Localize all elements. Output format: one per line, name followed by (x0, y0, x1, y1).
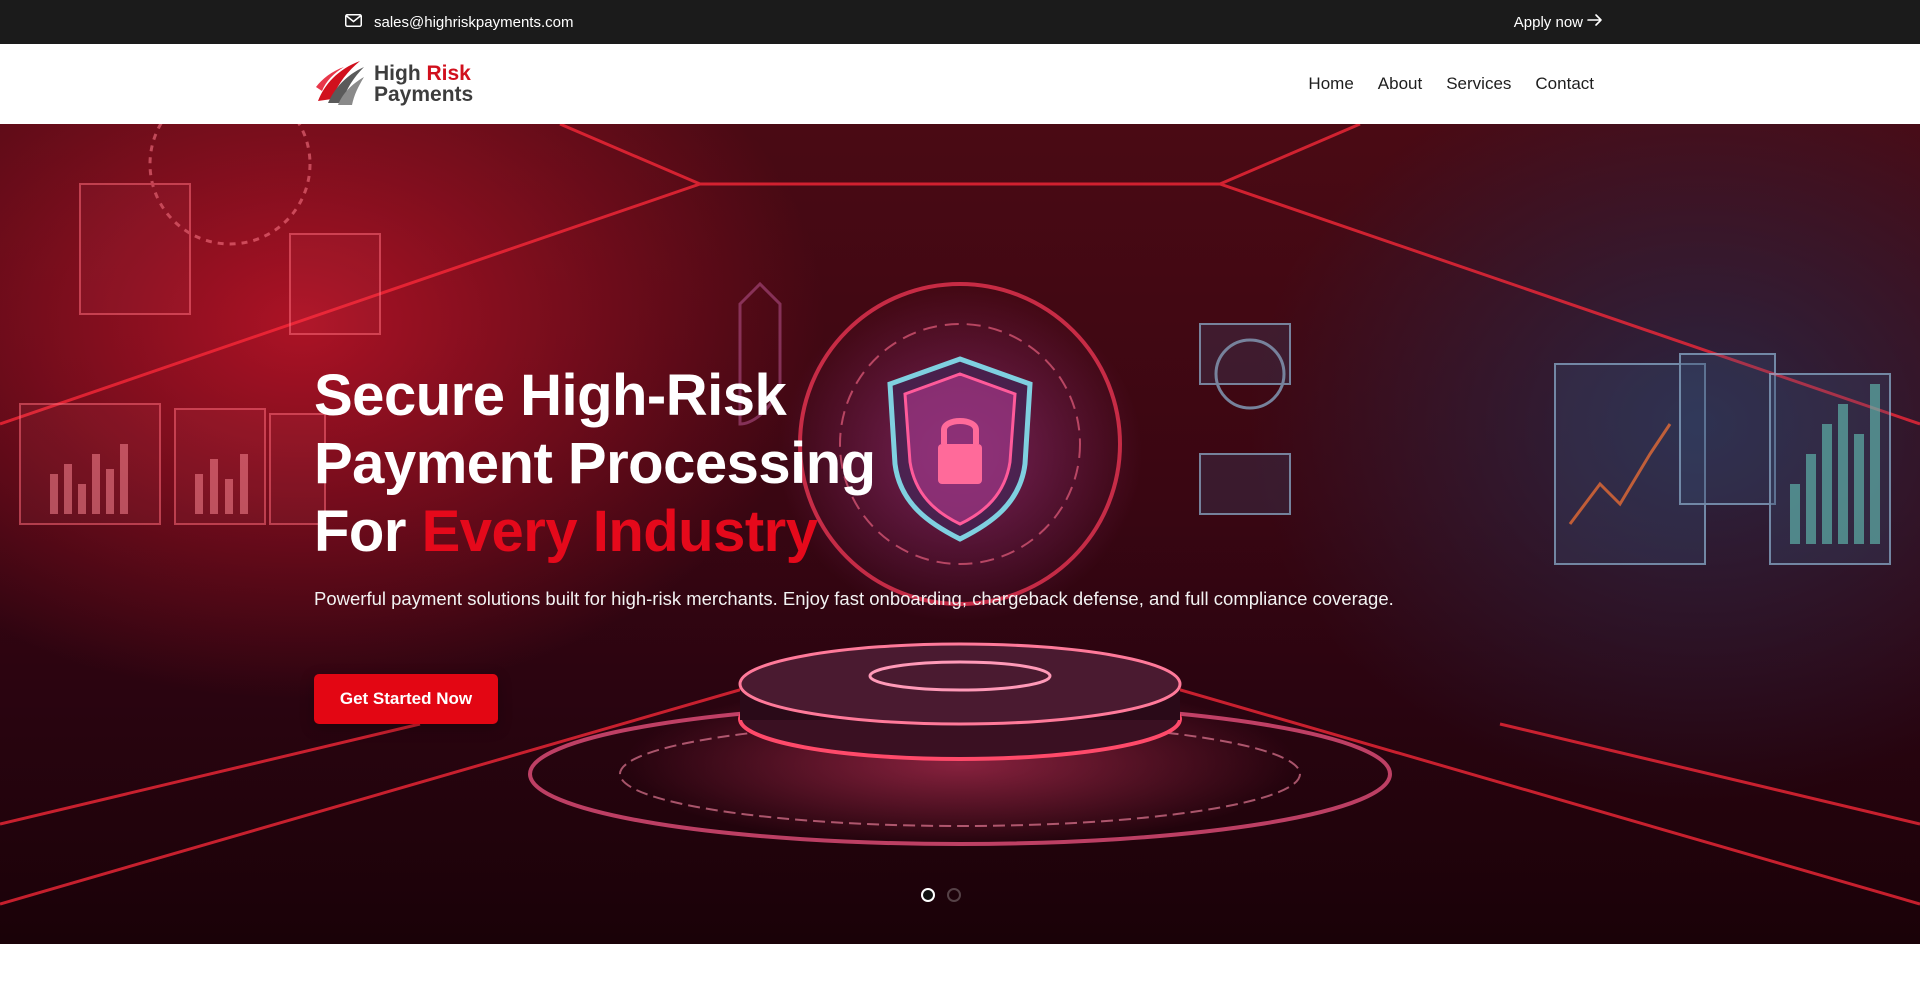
swoosh-logo-icon (314, 57, 366, 112)
get-started-button[interactable]: Get Started Now (314, 674, 498, 724)
email-link[interactable]: sales@highriskpayments.com (345, 0, 573, 44)
nav-contact[interactable]: Contact (1535, 74, 1594, 94)
hero-content: Secure High-Risk Payment Processing For … (314, 362, 1614, 724)
slider-dots (921, 888, 961, 902)
nav-about[interactable]: About (1378, 74, 1422, 94)
nav-home[interactable]: Home (1308, 74, 1353, 94)
mail-icon (345, 13, 362, 31)
nav-services[interactable]: Services (1446, 74, 1511, 94)
hero-title-line3-prefix: For (314, 499, 406, 564)
apply-now-link[interactable]: Apply now (1514, 0, 1603, 44)
logo-word-high: High (374, 62, 421, 85)
hero-title-line2: Payment Processing (314, 431, 876, 496)
hero-subtitle: Powerful payment solutions built for hig… (314, 588, 1394, 609)
hero-title: Secure High-Risk Payment Processing For … (314, 362, 1614, 566)
main-nav: Home About Services Contact (1308, 44, 1594, 124)
hero-title-line1: Secure High-Risk (314, 363, 787, 428)
slider-dot-1[interactable] (921, 888, 935, 902)
email-text: sales@highriskpayments.com (374, 13, 574, 31)
arrow-right-icon (1587, 13, 1603, 31)
logo-word-risk: Risk (426, 62, 471, 85)
site-logo[interactable]: High Risk Payments (314, 58, 473, 110)
hero-banner: Secure High-Risk Payment Processing For … (0, 124, 1920, 944)
hero-title-highlight: Every Industry (421, 499, 818, 564)
site-header: High Risk Payments Home About Services C… (0, 44, 1920, 124)
apply-now-label: Apply now (1513, 13, 1583, 31)
logo-wordmark: High Risk Payments (374, 63, 473, 105)
slider-dot-2[interactable] (947, 888, 961, 902)
top-utility-bar: sales@highriskpayments.com Apply now (0, 0, 1920, 44)
logo-word-payments: Payments (374, 83, 474, 106)
